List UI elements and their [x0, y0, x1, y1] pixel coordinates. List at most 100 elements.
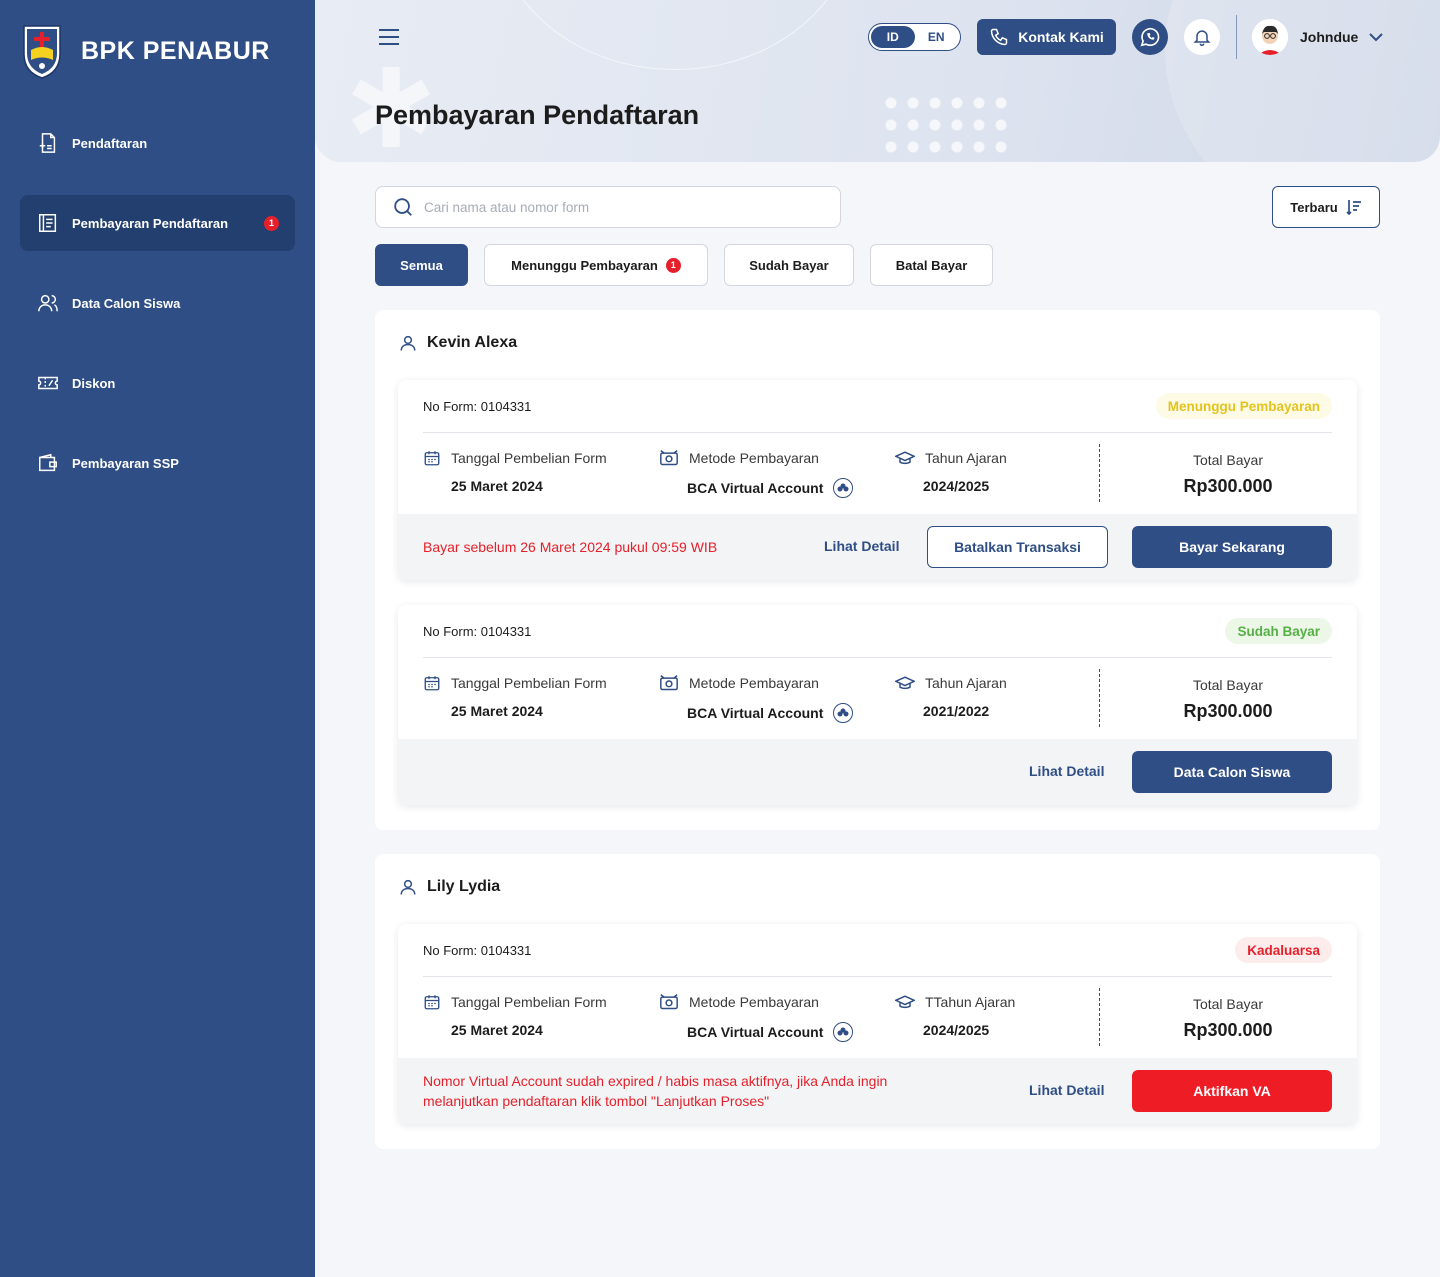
year-value: 2024/2025 [923, 1022, 990, 1038]
contact-button[interactable]: Kontak Kami [977, 19, 1116, 55]
status-badge: Kadaluarsa [1235, 937, 1332, 963]
payment-method: Metode Pembayaran BCA Virtual Account [659, 448, 854, 498]
pay-now-button[interactable]: Bayar Sekarang [1132, 526, 1332, 568]
sidebar-item-pembayaran-pendaftaran[interactable]: Pembayaran Pendaftaran 1 [20, 195, 295, 251]
form-number: No Form: 0104331 [423, 399, 532, 414]
sidebar-item-label: Pendaftaran [72, 135, 148, 151]
filter-semua[interactable]: Semua [375, 244, 468, 286]
filter-label: Sudah Bayar [749, 257, 829, 273]
bca-logo-icon [833, 1022, 854, 1042]
filter-menunggu-pembayaran[interactable]: Menunggu Pembayaran 1 [484, 244, 708, 286]
header: ✱ ID EN Kontak Kami Johndue Pembayaran P… [315, 0, 1440, 162]
payment-method-icon [660, 994, 678, 1010]
filter-chips: Semua Menunggu Pembayaran 1 Sudah Bayar … [375, 244, 1009, 286]
user-menu[interactable]: Johndue [1252, 19, 1384, 55]
year-value: 2021/2022 [923, 703, 990, 719]
sidebar-item-pembayaran-ssp[interactable]: Pembayaran SSP [20, 435, 295, 491]
payment-method-icon [660, 675, 678, 691]
calendar-icon [424, 451, 440, 466]
detail-link[interactable]: Lihat Detail [824, 538, 899, 554]
student-header: Kevin Alexa [399, 334, 517, 352]
phone-icon [990, 28, 1008, 46]
sort-button[interactable]: Terbaru [1272, 186, 1380, 228]
card-footer: Bayar sebelum 26 Maret 2024 pukul 09:59 … [398, 514, 1357, 580]
filter-label: Menunggu Pembayaran [511, 257, 658, 273]
date-value: 25 Maret 2024 [451, 478, 543, 494]
filter-sudah-bayar[interactable]: Sudah Bayar [724, 244, 854, 286]
graduation-cap-icon [895, 451, 915, 465]
filter-badge: 1 [665, 257, 681, 273]
payment-card: No Form: 0104331 Kadaluarsa Tanggal Pemb… [398, 924, 1357, 1124]
bca-logo-icon [833, 703, 854, 723]
expired-warning: Nomor Virtual Account sudah expired / ha… [423, 1071, 887, 1111]
sidebar-item-label: Pembayaran SSP [72, 455, 179, 471]
menu-icon[interactable] [378, 26, 400, 48]
detail-link[interactable]: Lihat Detail [1029, 1082, 1104, 1098]
total-amount: Rp300.000 [1183, 701, 1273, 721]
method-label: Metode Pembayaran [689, 994, 819, 1010]
student-group: Kevin Alexa No Form: 0104331 Menunggu Pe… [375, 310, 1380, 830]
sidebar-item-label: Data Calon Siswa [72, 295, 181, 311]
sidebar: BPK PENABUR Pendaftaran Pembayaran Penda… [0, 0, 315, 1277]
calendar-icon [424, 995, 440, 1010]
whatsapp-button[interactable] [1132, 19, 1168, 55]
student-group: Lily Lydia No Form: 0104331 Kadaluarsa T… [375, 854, 1380, 1149]
year-value: 2024/2025 [923, 478, 990, 494]
sidebar-item-label: Diskon [72, 375, 116, 391]
purchase-date: Tanggal Pembelian Form 25 Maret 2024 [423, 673, 607, 719]
activate-va-button[interactable]: Aktifkan VA [1132, 1070, 1332, 1112]
student-data-button[interactable]: Data Calon Siswa [1132, 751, 1332, 793]
language-switcher: ID EN [868, 23, 961, 51]
payment-card: No Form: 0104331 Menunggu Pembayaran Tan… [398, 380, 1357, 580]
card-footer: Nomor Virtual Account sudah expired / ha… [398, 1058, 1357, 1124]
card-header: No Form: 0104331 Sudah Bayar [423, 605, 1332, 658]
chevron-down-icon [1369, 33, 1384, 42]
brand[interactable]: BPK PENABUR [20, 22, 270, 80]
status-badge: Menunggu Pembayaran [1155, 393, 1332, 419]
user-icon [400, 335, 416, 351]
filter-label: Semua [400, 257, 443, 273]
graduation-cap-icon [895, 676, 915, 690]
avatar [1252, 19, 1288, 55]
bell-icon [1193, 30, 1211, 47]
total-label: Total Bayar [1192, 677, 1264, 693]
cancel-transaction-button[interactable]: Batalkan Transaksi [927, 526, 1108, 568]
filter-batal-bayar[interactable]: Batal Bayar [870, 244, 993, 286]
detail-link[interactable]: Lihat Detail [1029, 763, 1104, 779]
filter-label: Batal Bayar [895, 257, 968, 273]
expired-warning-line: melanjutkan pendaftaran klik tombol "Lan… [423, 1093, 770, 1109]
year-label: Tahun Ajaran [925, 675, 1007, 691]
bpk-penabur-logo-icon [23, 25, 61, 79]
payment-deadline: Bayar sebelum 26 Maret 2024 pukul 09:59 … [423, 539, 718, 555]
total-payment: Total Bayar Rp300.000 [1099, 452, 1357, 497]
payment-method: Metode Pembayaran BCA Virtual Account [659, 992, 854, 1042]
date-value: 25 Maret 2024 [451, 1022, 543, 1038]
form-number: No Form: 0104331 [423, 943, 532, 958]
wallet-icon [36, 451, 60, 475]
sidebar-item-data-calon-siswa[interactable]: Data Calon Siswa [20, 275, 295, 331]
decor-dots [880, 92, 1010, 156]
search-input[interactable] [424, 199, 824, 215]
lang-option-id[interactable]: ID [871, 26, 915, 48]
sidebar-item-pendaftaran[interactable]: Pendaftaran [20, 115, 295, 171]
notification-badge: 1 [264, 215, 279, 231]
card-footer: Lihat Detail Data Calon Siswa [398, 739, 1357, 805]
sidebar-item-diskon[interactable]: Diskon [20, 355, 295, 411]
sort-button-label: Terbaru [1290, 199, 1338, 215]
total-amount: Rp300.000 [1183, 476, 1273, 496]
method-value: BCA Virtual Account [687, 705, 824, 721]
payment-method-icon [660, 450, 678, 466]
total-payment: Total Bayar Rp300.000 [1099, 996, 1357, 1041]
year-label: Tahun Ajaran [925, 450, 1007, 466]
date-label: Tanggal Pembelian Form [451, 994, 607, 1010]
academic-year: Tahun Ajaran 2024/2025 [895, 448, 1007, 494]
users-icon [36, 291, 60, 315]
sort-icon [1346, 200, 1361, 215]
notification-button[interactable] [1184, 19, 1220, 55]
purchase-date: Tanggal Pembelian Form 25 Maret 2024 [423, 448, 607, 494]
search-box [375, 186, 841, 228]
year-label: TTahun Ajaran [925, 994, 1016, 1010]
academic-year: TTahun Ajaran 2024/2025 [895, 992, 1015, 1038]
brand-name: BPK PENABUR [81, 36, 270, 65]
lang-option-en[interactable]: EN [915, 26, 959, 48]
